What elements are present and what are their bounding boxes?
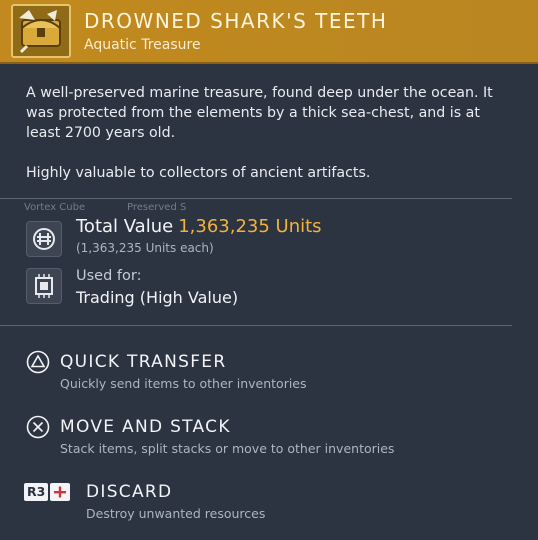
trade-chip-icon [26,268,62,304]
quick-transfer-subtitle: Quickly send items to other inventories [60,376,307,391]
used-for-label: Used for: [76,268,142,284]
background-slot-label: Preserved S [127,202,187,213]
treasure-chest-icon [11,4,71,58]
item-category: Aquatic Treasure [84,37,201,53]
used-for-value: Trading (High Value) [76,288,239,307]
item-name: DROWNED SHARK'S TEETH [84,9,388,33]
description-paragraph: Highly valuable to collectors of ancient… [26,165,371,181]
move-and-stack-title: MOVE AND STACK [60,417,231,437]
discard-title: DISCARD [86,482,173,502]
total-value-amount: 1,363,235 Units [178,216,322,237]
discard-subtitle: Destroy unwanted resources [86,506,266,521]
quick-transfer-title: QUICK TRANSFER [60,352,227,372]
r3-button-label: R3 [24,483,49,501]
item-header: DROWNED SHARK'S TEETH Aquatic Treasure [0,0,538,64]
item-detail-panel: DROWNED SHARK'S TEETH Aquatic Treasure A… [0,0,538,540]
triangle-button-icon [26,350,50,374]
description-paragraph: A well-preserved marine treasure, found … [26,85,493,141]
background-slot-label: Vortex Cube [24,202,86,213]
units-each: (1,363,235 Units each) [76,241,214,255]
plus-icon [50,483,71,501]
r3-button-icon: R3 [24,483,78,501]
move-and-stack-subtitle: Stack items, split stacks or move to oth… [60,441,395,456]
total-value-label: Total Value [76,216,174,237]
cross-button-icon [26,415,50,439]
item-description: A well-preserved marine treasure, found … [26,83,518,203]
divider [0,325,512,326]
units-currency-icon [26,221,62,257]
total-value: Total Value 1,363,235 Units [76,216,322,237]
divider [0,198,512,199]
